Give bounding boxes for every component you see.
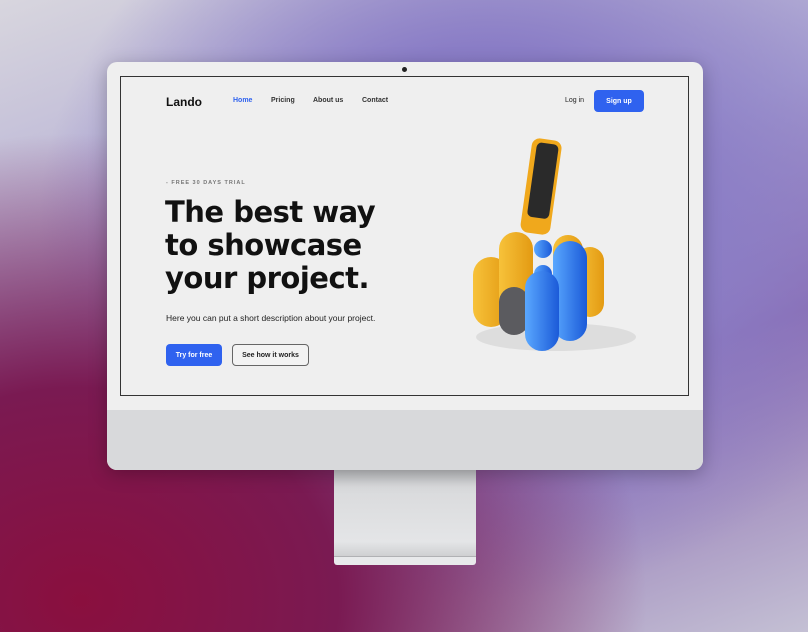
imac-stand: [334, 468, 476, 560]
nav-contact[interactable]: Contact: [362, 97, 388, 104]
landing-page: Lando Home Pricing About us Contact Log …: [120, 76, 689, 396]
camera-dot: [402, 67, 407, 72]
see-how-button[interactable]: See how it works: [232, 344, 309, 366]
hero-description: Here you can put a short description abo…: [166, 313, 376, 323]
imac-mockup: Lando Home Pricing About us Contact Log …: [107, 62, 703, 470]
hero-title: The best way to showcase your project.: [165, 195, 376, 295]
login-link[interactable]: Log in: [565, 97, 584, 104]
signup-button[interactable]: Sign up: [594, 90, 644, 112]
imac-chin: [107, 410, 703, 470]
nav-pricing[interactable]: Pricing: [271, 97, 295, 104]
imac-foot: [334, 556, 476, 565]
nav-about[interactable]: About us: [313, 97, 343, 104]
hero-illustration: [473, 138, 636, 351]
try-free-button[interactable]: Try for free: [166, 344, 222, 366]
logo[interactable]: Lando: [166, 95, 202, 109]
nav-home[interactable]: Home: [233, 97, 252, 104]
eyebrow-text: - FREE 30 DAYS TRIAL: [166, 180, 246, 186]
